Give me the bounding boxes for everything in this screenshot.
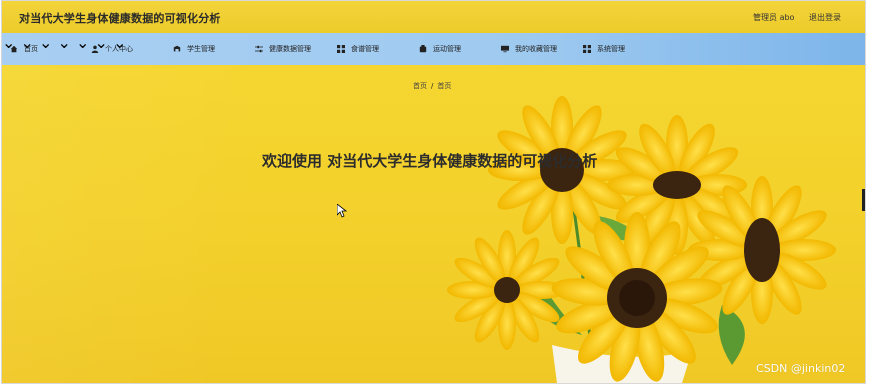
nav-label: 我的收藏管理 [515, 45, 557, 53]
nav-label: 食谱管理 [351, 45, 379, 53]
nav-label: 个人中心 [105, 45, 133, 53]
grid-icon [337, 45, 345, 53]
nav-label: 系统管理 [597, 45, 625, 53]
user-icon [91, 45, 99, 53]
sunflower-image [447, 96, 836, 383]
nav-item-home[interactable]: 首页 [10, 33, 38, 65]
breadcrumb-root[interactable]: 首页 [413, 82, 427, 90]
app-title: 对当代大学生身体健康数据的可视化分析 [19, 12, 221, 25]
nav-item-favorites[interactable]: 我的收藏管理 [501, 33, 557, 65]
user-area: 管理员 abo 退出登录 [741, 12, 841, 23]
monitor-icon [501, 45, 509, 53]
nav-item-health-data[interactable]: 健康数据管理 [255, 33, 311, 65]
sport-icon [419, 45, 427, 53]
nav-item-system-manage[interactable]: 系统管理 [583, 33, 625, 65]
nav-item-personal-center[interactable]: 个人中心 [91, 33, 133, 65]
chevron-down-icon[interactable]: ⌄ [58, 33, 71, 52]
nav-label: 首页 [24, 45, 38, 53]
home-icon [10, 45, 18, 53]
main-nav: 首页 个人中心 ⌄ 学生管理 ⌄ 健康数据管理 ⌄ 食谱管理 ⌄ 运动管理 ⌄ [2, 33, 865, 65]
admin-username[interactable]: 管理员 abo [753, 13, 794, 22]
top-header: 对当代大学生身体健康数据的可视化分析 管理员 abo 退出登录 [2, 1, 865, 33]
app-window: 对当代大学生身体健康数据的可视化分析 管理员 abo 退出登录 首页 个人中心 … [2, 1, 865, 383]
nav-item-recipe-manage[interactable]: 食谱管理 [337, 33, 379, 65]
welcome-heading: 欢迎使用 对当代大学生身体健康数据的可视化分析 [262, 152, 598, 170]
student-icon [173, 45, 181, 52]
chevron-down-icon[interactable]: ⌄ [76, 33, 89, 52]
logout-link[interactable]: 退出登录 [809, 13, 841, 22]
nav-item-sport-manage[interactable]: 运动管理 [419, 33, 461, 65]
watermark: CSDN @jinkin02 [756, 362, 846, 375]
grid-icon [583, 45, 591, 53]
nav-label: 运动管理 [433, 45, 461, 53]
mouse-pointer-icon [337, 204, 347, 218]
nav-label: 健康数据管理 [269, 45, 311, 53]
sliders-icon [255, 45, 263, 53]
nav-label: 学生管理 [187, 45, 215, 53]
nav-item-student-manage[interactable]: 学生管理 [173, 33, 215, 65]
chevron-down-icon[interactable]: ⌄ [39, 33, 52, 52]
